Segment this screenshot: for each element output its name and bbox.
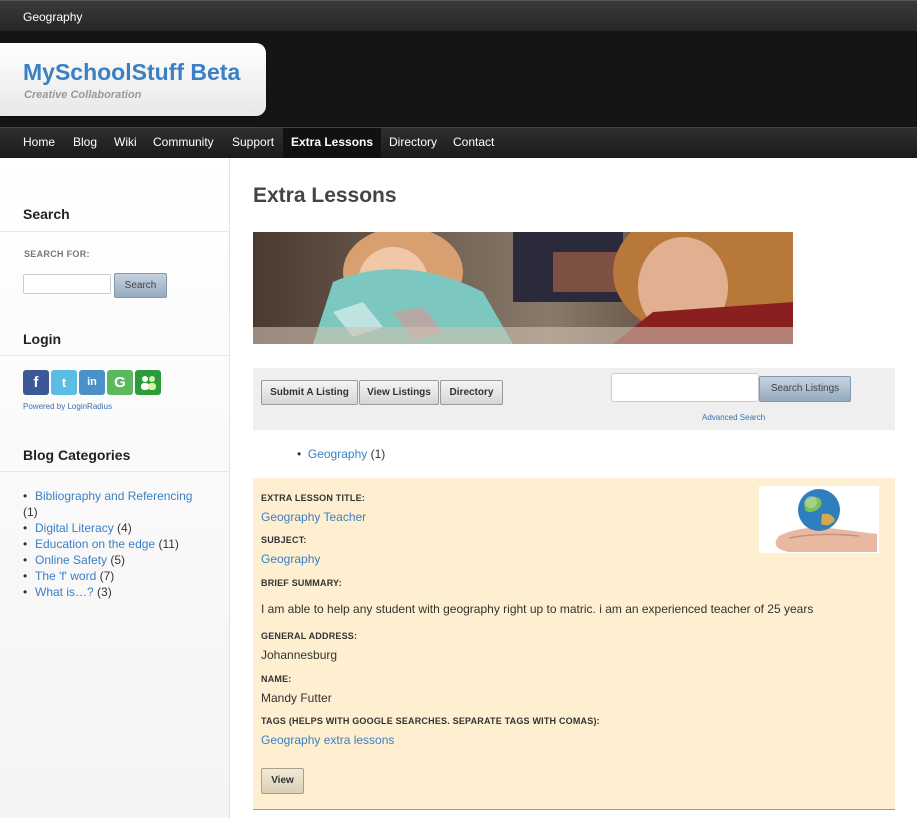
nav-wiki[interactable]: Wiki xyxy=(106,128,145,158)
messenger-icon[interactable] xyxy=(135,370,161,395)
directory-button[interactable]: Directory xyxy=(440,380,503,405)
category-count: (3) xyxy=(97,585,112,599)
view-button[interactable]: View xyxy=(261,768,304,794)
powered-by-link[interactable]: Powered by LoginRadius xyxy=(23,402,112,411)
category-count: (4) xyxy=(117,521,132,535)
category-link[interactable]: What is…? xyxy=(35,585,94,599)
name-text: Mandy Futter xyxy=(261,691,332,705)
people-icon xyxy=(141,376,156,390)
globe-in-hand-image xyxy=(759,486,879,553)
category-link[interactable]: Bibliography and Referencing xyxy=(35,489,192,503)
divider xyxy=(0,231,229,232)
sidebar-search-button[interactable]: Search xyxy=(114,273,167,298)
summary-label: BRIEF SUMMARY: xyxy=(261,578,342,588)
list-item: The 'f' word (7) xyxy=(23,568,213,584)
linkedin-icon[interactable]: in xyxy=(79,370,105,395)
advanced-search-link[interactable]: Advanced Search xyxy=(702,413,765,422)
google-icon[interactable]: G xyxy=(107,370,133,395)
search-listings-button[interactable]: Search Listings xyxy=(759,376,851,402)
category-count: (7) xyxy=(99,569,115,583)
list-item: Digital Literacy (4) xyxy=(23,520,213,536)
search-label: SEARCH FOR: xyxy=(24,249,90,259)
category-link[interactable]: Online Safety xyxy=(35,553,107,567)
nav-home[interactable]: Home xyxy=(15,128,63,158)
sidebar-search-input[interactable] xyxy=(23,274,111,294)
site-logo[interactable]: MySchoolStuff Beta Creative Collaboratio… xyxy=(0,43,266,116)
category-list: Bibliography and Referencing (1) Digital … xyxy=(23,488,213,600)
main-nav: Home Blog Wiki Community Support Extra L… xyxy=(0,127,917,158)
banner-photo xyxy=(253,232,793,344)
list-item: What is…? (3) xyxy=(23,584,213,600)
address-label: GENERAL ADDRESS: xyxy=(261,631,358,641)
top-bar: Geography xyxy=(0,0,917,31)
tags-label: TAGS (HELPS WITH GOOGLE SEARCHES. SEPARA… xyxy=(261,716,600,726)
address-text: Johannesburg xyxy=(261,648,338,662)
divider xyxy=(0,471,229,472)
category-count: (5) xyxy=(110,553,126,567)
listing-toolbar: Submit A Listing View Listings Directory… xyxy=(253,368,895,430)
category-link[interactable]: Digital Literacy xyxy=(35,521,114,535)
category-count: (11) xyxy=(158,537,179,551)
subcategory-link[interactable]: Geography xyxy=(308,447,367,461)
submit-listing-button[interactable]: Submit A Listing xyxy=(261,380,358,405)
subject-link[interactable]: Geography xyxy=(261,552,320,566)
nav-directory[interactable]: Directory xyxy=(381,128,445,158)
category-count: (1) xyxy=(23,505,38,519)
view-listings-button[interactable]: View Listings xyxy=(359,380,439,405)
list-item: Education on the edge (11) xyxy=(23,536,213,552)
login-heading: Login xyxy=(23,331,62,347)
divider xyxy=(0,355,229,356)
listing-search-input[interactable] xyxy=(611,373,759,402)
categories-heading: Blog Categories xyxy=(23,447,131,463)
nav-community[interactable]: Community xyxy=(145,128,222,158)
nav-extra-lessons[interactable]: Extra Lessons xyxy=(283,128,382,158)
summary-text: I am able to help any student with geogr… xyxy=(261,602,814,616)
facebook-icon[interactable]: f xyxy=(23,370,49,395)
name-label: NAME: xyxy=(261,674,292,684)
tags-link[interactable]: Geography extra lessons xyxy=(261,733,394,747)
list-item: Online Safety (5) xyxy=(23,552,213,568)
site-header: MySchoolStuff Beta Creative Collaboratio… xyxy=(0,31,917,127)
subcategory-count: (1) xyxy=(370,447,386,461)
banner-image xyxy=(253,232,793,344)
site-tagline: Creative Collaboration xyxy=(24,89,142,101)
listing-card: EXTRA LESSON TITLE: Geography Teacher SU… xyxy=(253,478,895,810)
subcategory-item: • Geography (1) xyxy=(297,447,385,461)
subject-label: SUBJECT: xyxy=(261,535,307,545)
nav-blog[interactable]: Blog xyxy=(65,128,105,158)
bullet: • xyxy=(297,447,308,461)
search-heading: Search xyxy=(23,206,70,222)
title-label: EXTRA LESSON TITLE: xyxy=(261,493,365,503)
sidebar: Search SEARCH FOR: Search Login f t in G… xyxy=(0,158,230,818)
page-title: Extra Lessons xyxy=(253,184,397,207)
nav-support[interactable]: Support xyxy=(224,128,282,158)
nav-contact[interactable]: Contact xyxy=(445,128,502,158)
listing-title-link[interactable]: Geography Teacher xyxy=(261,510,366,524)
site-section-label: Geography xyxy=(23,10,83,24)
category-link[interactable]: Education on the edge xyxy=(35,537,155,551)
twitter-icon[interactable]: t xyxy=(51,370,77,395)
site-title[interactable]: MySchoolStuff Beta xyxy=(23,59,240,86)
listing-thumbnail[interactable] xyxy=(759,486,879,553)
category-link[interactable]: The 'f' word xyxy=(35,569,96,583)
list-item: Bibliography and Referencing (1) xyxy=(23,488,213,520)
